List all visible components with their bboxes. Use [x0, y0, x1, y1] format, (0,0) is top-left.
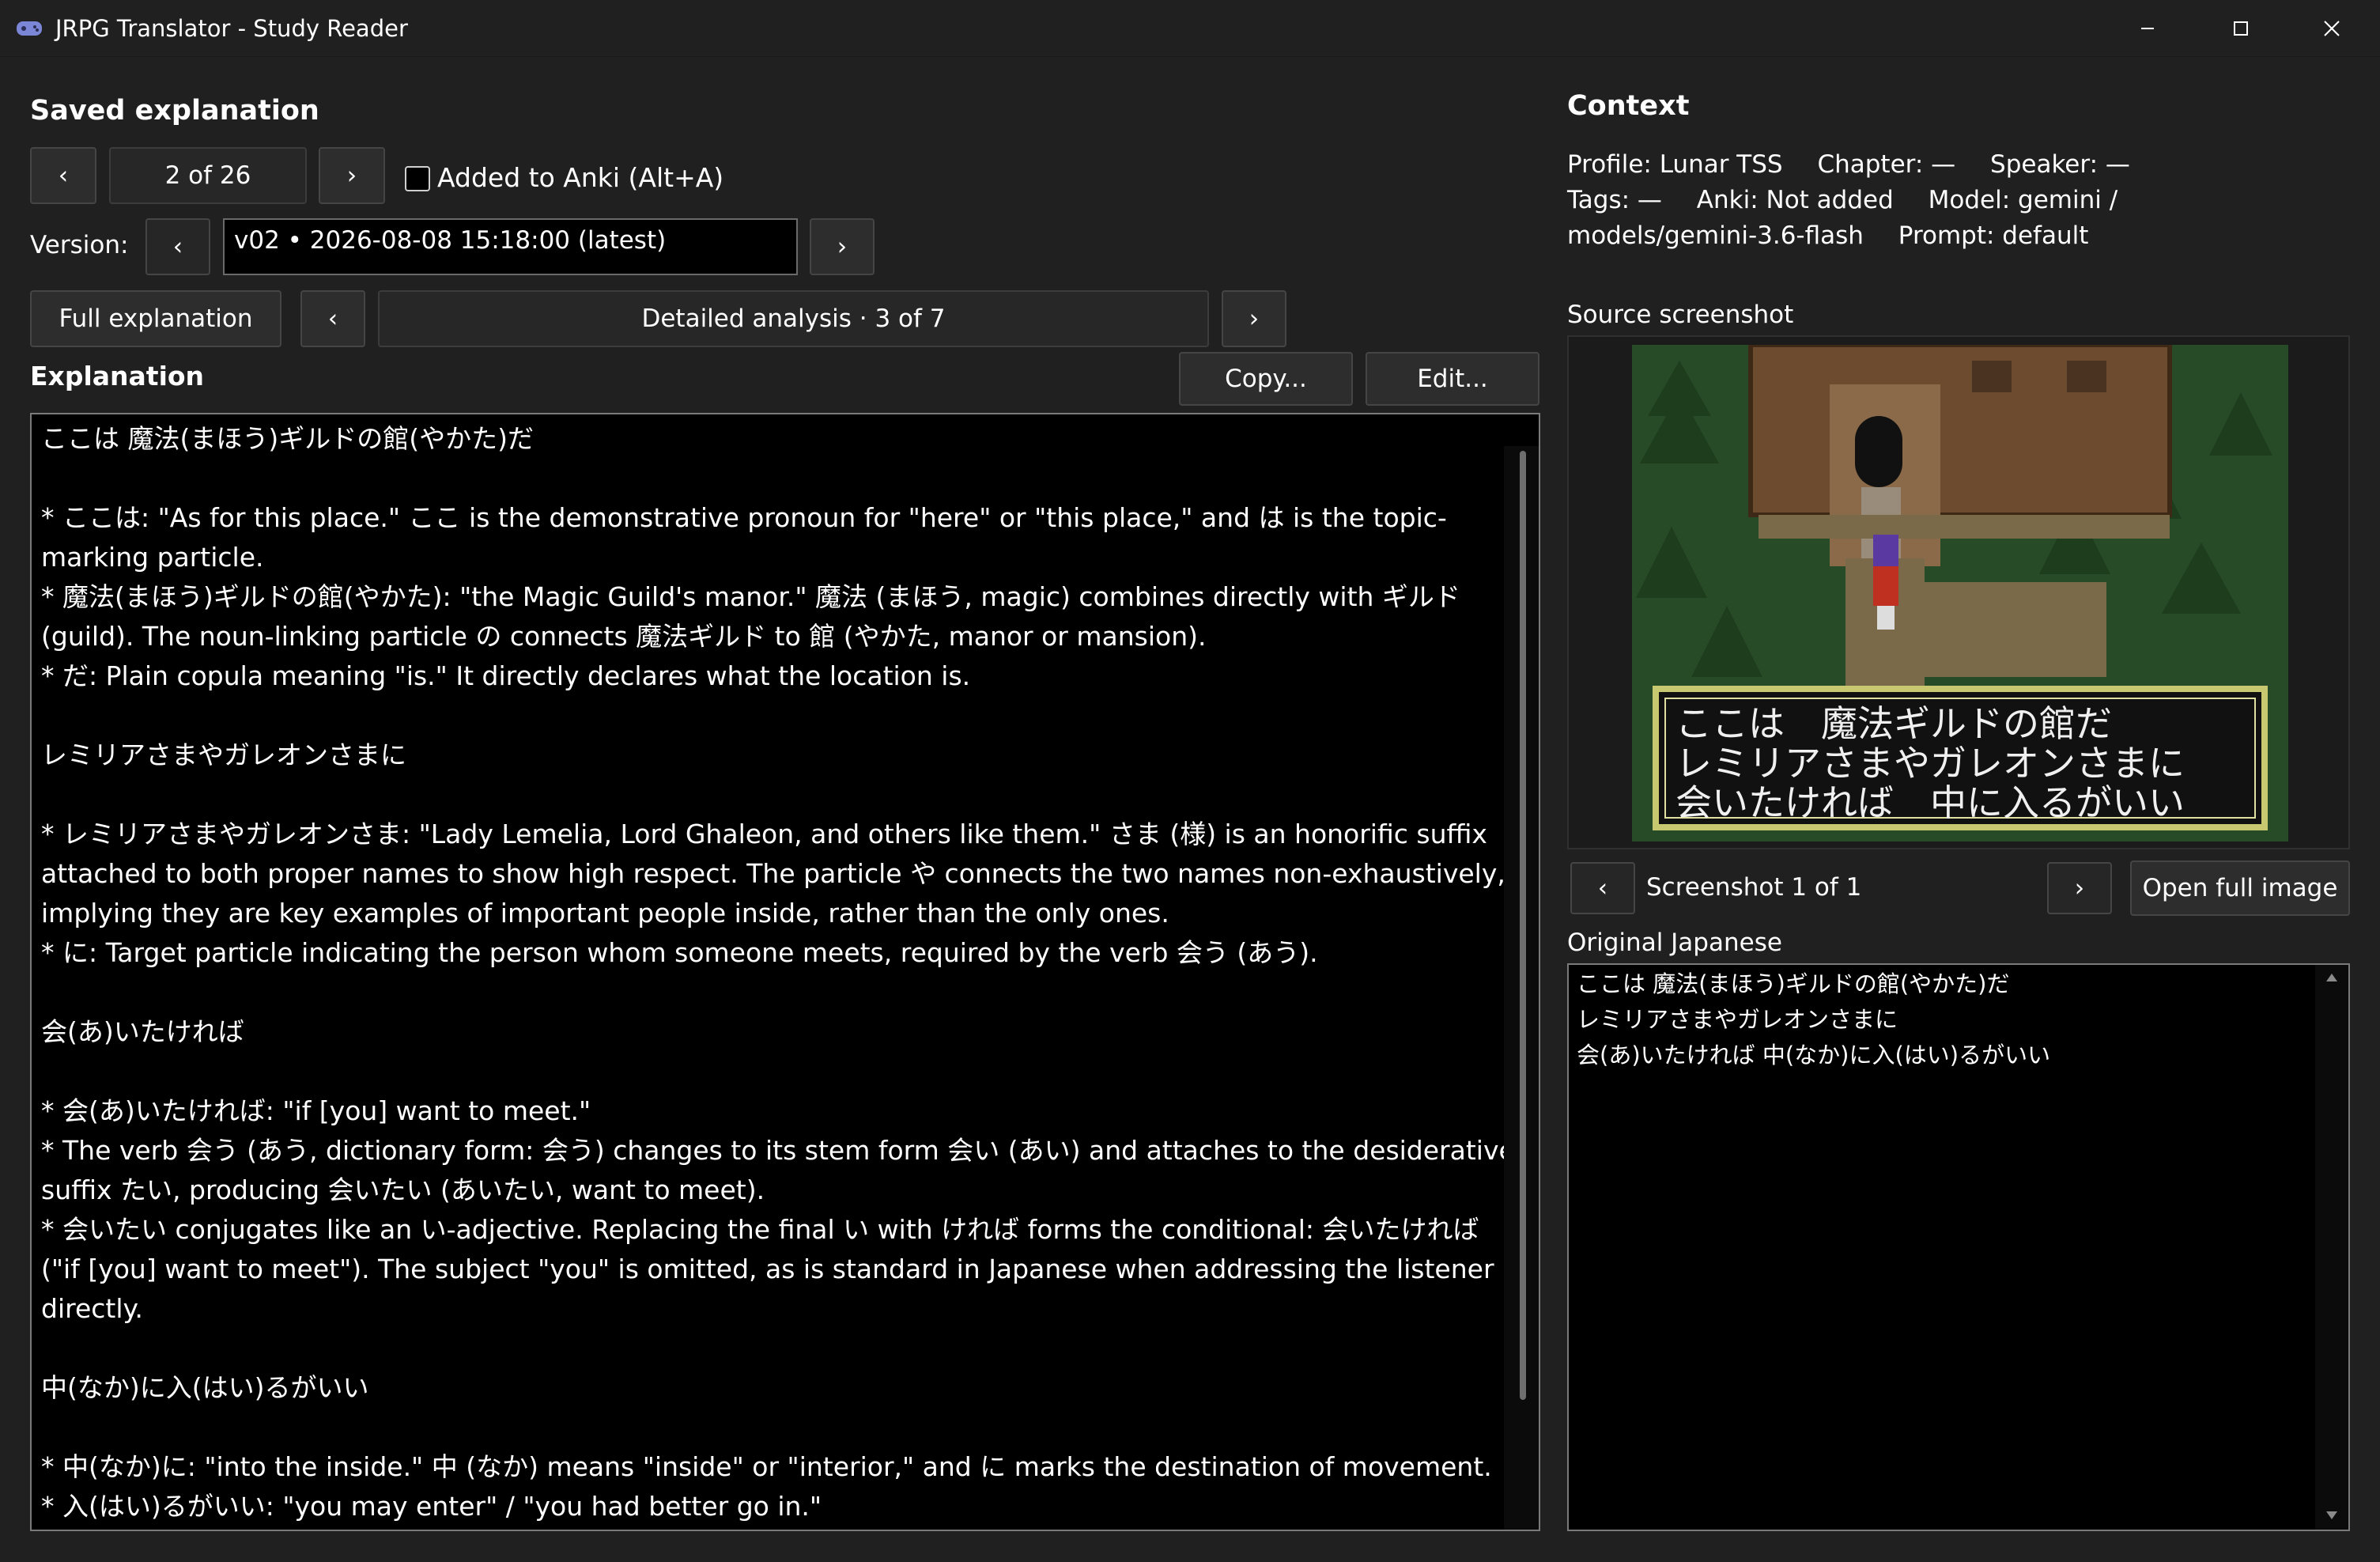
explanation-scrollbar[interactable] [1504, 446, 1539, 1530]
dialogue-line-2: レミリアさまやガレオンさまに [1675, 742, 2185, 785]
game-screenshot-image: ここは 魔法ギルドの館だ レミリアさまやガレオンさまに 会いたければ 中に入るが… [1632, 345, 2288, 842]
title-bar: JRPG Translator - Study Reader [0, 0, 2380, 57]
dialogue-line-1: ここは 魔法ギルドの館だ [1675, 702, 2112, 745]
model-text-line1: Model: gemini / [1928, 186, 2118, 214]
open-full-image-button[interactable]: Open full image [2130, 860, 2350, 916]
explanation-label: Explanation [30, 361, 205, 391]
anki-checkbox-label: Added to Anki (Alt+A) [437, 162, 724, 193]
full-explanation-button[interactable]: Full explanation [30, 290, 281, 347]
maximize-icon [2234, 21, 2248, 36]
screenshot-viewer[interactable]: ここは 魔法ギルドの館だ レミリアさまやガレオンさまに 会いたければ 中に入るが… [1567, 335, 2350, 849]
version-label: Version: [30, 231, 129, 259]
copy-button[interactable]: Copy... [1179, 352, 1353, 406]
explanation-textbox[interactable]: ここは 魔法(まほう)ギルドの館(やかた)だ * ここは: "As for th… [30, 413, 1540, 1531]
app-icon [16, 19, 43, 38]
close-icon [2324, 21, 2340, 36]
model-text-line2: models/gemini-3.6-flash [1567, 221, 1864, 250]
maximize-button[interactable] [2194, 0, 2287, 57]
explanation-text: ここは 魔法(まほう)ギルドの館(やかた)だ * ここは: "As for th… [41, 423, 1515, 1522]
context-metadata: Profile: Lunar TSS Chapter: — Speaker: —… [1567, 147, 2358, 254]
edit-button[interactable]: Edit... [1366, 352, 1539, 406]
anki-checkbox[interactable] [405, 166, 430, 191]
original-scrollbar[interactable] [2315, 965, 2348, 1530]
scroll-up-icon[interactable] [2325, 973, 2338, 982]
screenshot-counter: Screenshot 1 of 1 [1646, 873, 1862, 902]
close-button[interactable] [2285, 0, 2378, 57]
dialogue-line-3: 会いたければ 中に入るがいい [1675, 781, 2185, 824]
source-screenshot-label: Source screenshot [1567, 301, 1794, 329]
window-title: JRPG Translator - Study Reader [55, 15, 408, 42]
tags-text: Tags: — [1567, 186, 1662, 214]
context-heading: Context [1567, 90, 1690, 122]
explanation-scroll-thumb[interactable] [1520, 451, 1526, 1400]
original-japanese-label: Original Japanese [1567, 929, 1782, 957]
original-japanese-text: ここは 魔法(まほう)ギルドの館(やかた)だ レミリアさまやガレオンさまに 会(… [1577, 970, 2051, 1068]
minimize-button[interactable] [2101, 0, 2194, 57]
prev-section-button[interactable]: ‹ [300, 290, 365, 347]
section-title: Detailed analysis · 3 of 7 [378, 290, 1209, 347]
saved-explanation-heading: Saved explanation [30, 95, 319, 127]
entry-counter: 2 of 26 [109, 147, 307, 204]
profile-text: Profile: Lunar TSS [1567, 150, 1783, 179]
version-select[interactable]: v02 • 2026-08-08 15:18:00 (latest) [223, 218, 798, 275]
chapter-text: Chapter: — [1817, 150, 1956, 179]
scroll-down-icon[interactable] [2325, 1511, 2338, 1520]
anki-status-text: Anki: Not added [1696, 186, 1894, 214]
prev-screenshot-button[interactable]: ‹ [1570, 862, 1635, 914]
minimize-icon [2141, 28, 2154, 29]
prev-version-button[interactable]: ‹ [145, 218, 210, 275]
original-japanese-textbox[interactable]: ここは 魔法(まほう)ギルドの館(やかた)だ レミリアさまやガレオンさまに 会(… [1567, 963, 2350, 1531]
prev-entry-button[interactable]: ‹ [30, 147, 96, 204]
next-version-button[interactable]: › [810, 218, 875, 275]
next-section-button[interactable]: › [1222, 290, 1286, 347]
prompt-text: Prompt: default [1898, 221, 2089, 250]
speaker-text: Speaker: — [1990, 150, 2130, 179]
next-entry-button[interactable]: › [319, 147, 385, 204]
next-screenshot-button[interactable]: › [2047, 862, 2112, 914]
